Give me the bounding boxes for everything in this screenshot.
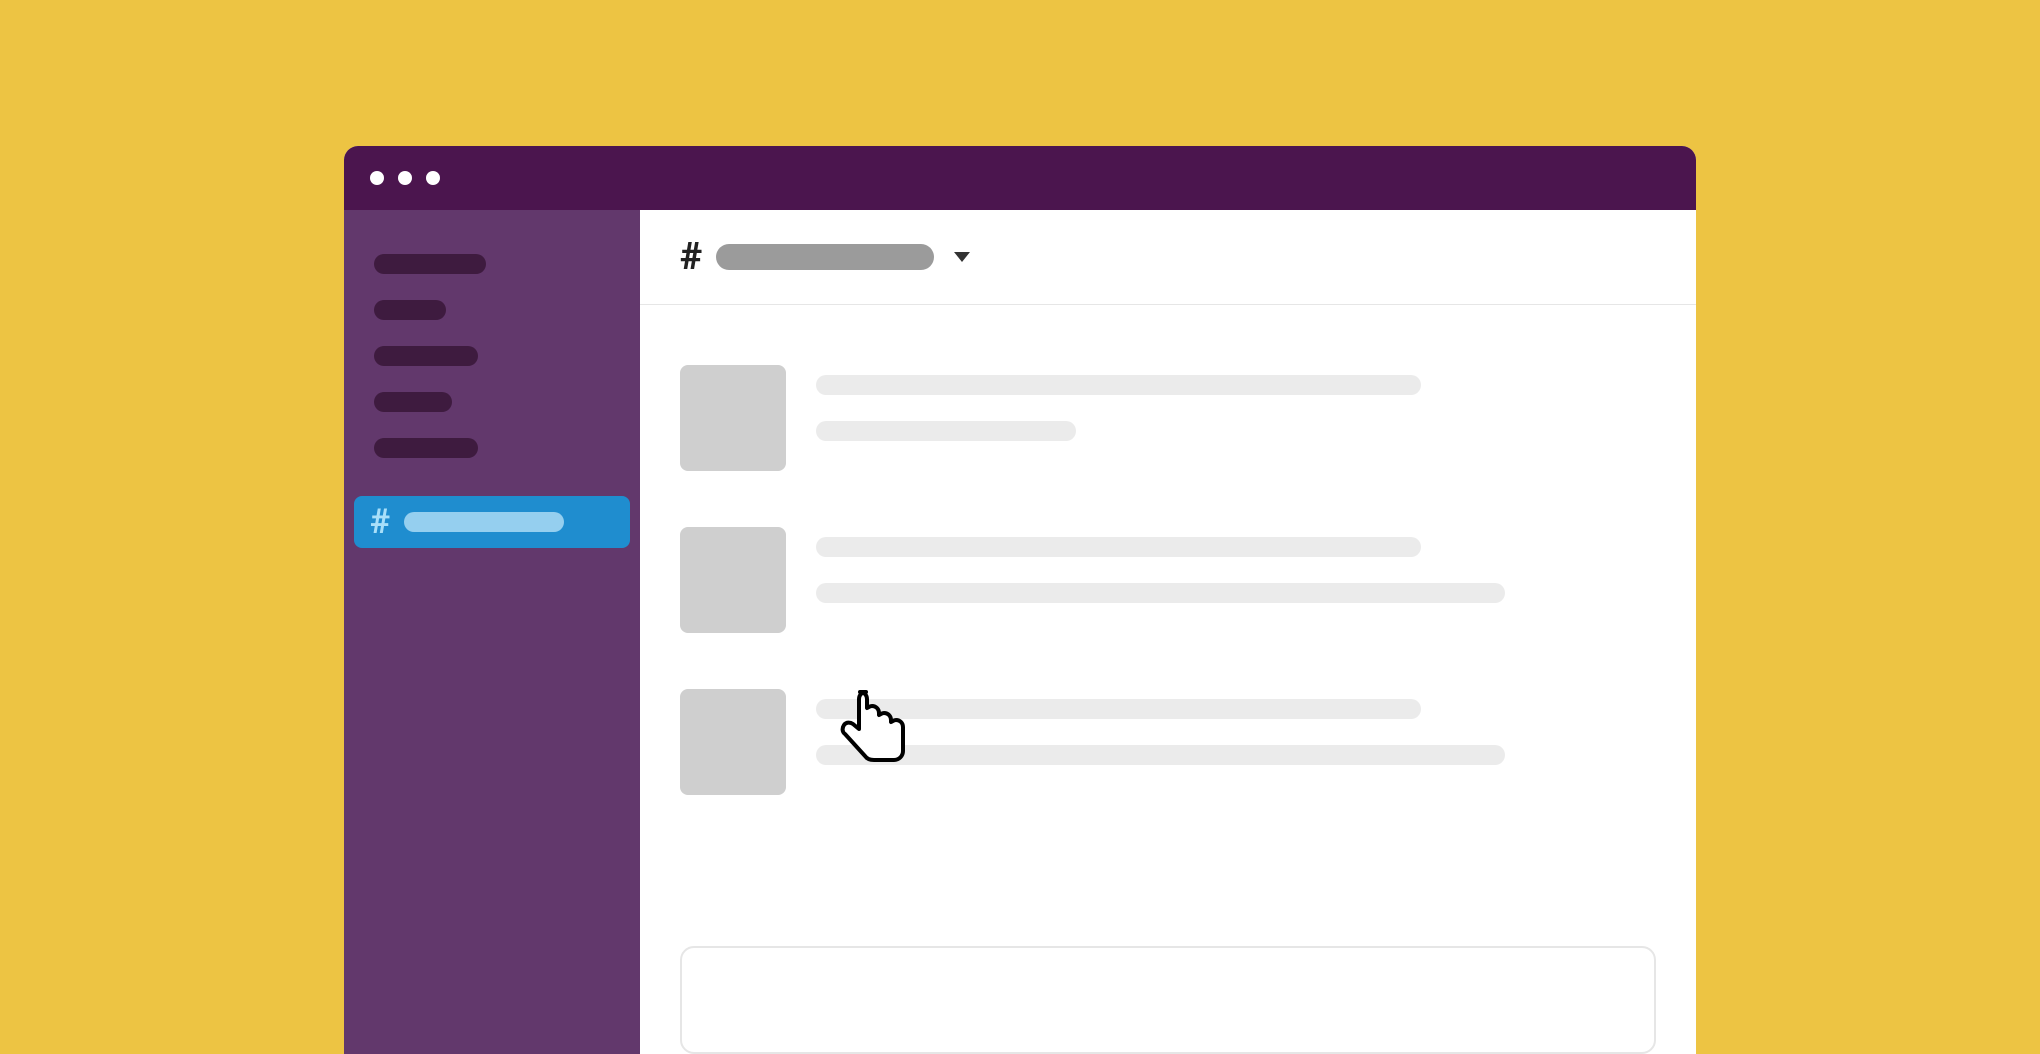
sidebar-item[interactable] <box>374 254 486 274</box>
message-row[interactable] <box>680 689 1656 795</box>
sidebar-channel-active[interactable]: # <box>354 496 630 548</box>
chevron-down-icon[interactable] <box>954 252 970 262</box>
hash-icon: # <box>680 235 702 279</box>
hash-icon: # <box>370 505 390 539</box>
message-composer[interactable] <box>680 946 1656 1054</box>
channel-name <box>716 244 934 270</box>
main-panel: # <box>640 210 1696 1054</box>
channel-header[interactable]: # <box>640 210 1696 305</box>
app-window: # # <box>344 146 1696 1054</box>
sidebar-item[interactable] <box>374 438 478 458</box>
message-text-line <box>816 421 1076 441</box>
window-titlebar <box>344 146 1696 210</box>
message-row[interactable] <box>680 365 1656 471</box>
window-maximize-dot[interactable] <box>426 171 440 185</box>
message-body <box>816 527 1656 633</box>
message-text-line <box>816 537 1421 557</box>
avatar[interactable] <box>680 527 786 633</box>
message-row[interactable] <box>680 527 1656 633</box>
message-body <box>816 689 1656 795</box>
sidebar-channel-label <box>404 512 564 532</box>
sidebar-item[interactable] <box>374 346 478 366</box>
window-minimize-dot[interactable] <box>398 171 412 185</box>
message-list <box>640 305 1696 910</box>
sidebar-item[interactable] <box>374 300 446 320</box>
sidebar: # <box>344 210 640 1054</box>
message-text-line <box>816 375 1421 395</box>
message-text-line <box>816 583 1505 603</box>
window-close-dot[interactable] <box>370 171 384 185</box>
message-body <box>816 365 1656 471</box>
avatar[interactable] <box>680 689 786 795</box>
message-text-line <box>816 699 1421 719</box>
avatar[interactable] <box>680 365 786 471</box>
sidebar-item[interactable] <box>374 392 452 412</box>
message-text-line <box>816 745 1505 765</box>
app-body: # # <box>344 210 1696 1054</box>
